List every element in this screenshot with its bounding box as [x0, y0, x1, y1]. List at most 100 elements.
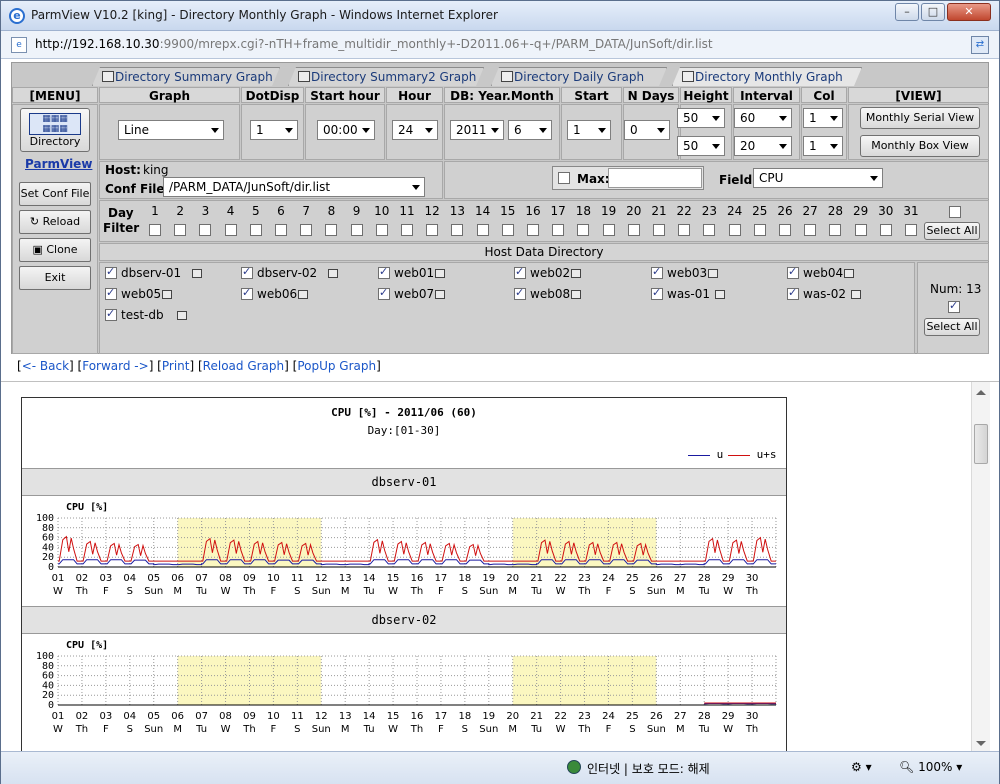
interval-select-2[interactable]: 20: [734, 136, 792, 156]
close-button[interactable]: ✕: [947, 3, 991, 21]
scroll-down-icon[interactable]: [976, 741, 986, 746]
compat-view-icon[interactable]: ⇄: [971, 36, 989, 54]
day-filter-checkbox-10[interactable]: [375, 224, 388, 236]
host-checkbox[interactable]: [105, 286, 117, 300]
host-checkbox[interactable]: [787, 286, 799, 300]
day-filter-checkbox-6[interactable]: [275, 224, 287, 236]
day-filter-checkbox-27[interactable]: [804, 224, 817, 236]
monthly-serial-view-button[interactable]: Monthly Serial View: [860, 107, 980, 129]
day-filter-checkbox-5[interactable]: [249, 224, 262, 236]
window-icon[interactable]: [435, 269, 445, 278]
window-icon[interactable]: [851, 290, 862, 299]
col-select-2[interactable]: 1: [803, 136, 843, 156]
reload-button[interactable]: ↻ Reload: [19, 210, 91, 234]
vertical-scrollbar[interactable]: [971, 382, 990, 751]
day-filter-checkbox-8[interactable]: [325, 224, 338, 236]
day-filter-checkbox-11[interactable]: [401, 224, 413, 236]
day-filter-checkbox-16[interactable]: [527, 224, 539, 236]
host-checkbox[interactable]: [514, 286, 526, 300]
address-bar[interactable]: e http://192.168.10.30:9900/mrepx.cgi?-n…: [1, 31, 999, 59]
tab-directory-summary[interactable]: Directory Summary Graph: [92, 67, 280, 86]
day-filter-checkbox-21[interactable]: [653, 224, 665, 236]
graph-select[interactable]: Line: [118, 120, 224, 140]
host-checkbox[interactable]: [378, 286, 390, 300]
max-checkbox[interactable]: [558, 172, 570, 184]
host-checkbox[interactable]: [378, 265, 390, 279]
directory-button[interactable]: ▦▦▦ ▦▦▦ Directory: [20, 108, 90, 152]
day-filter-checkbox-2[interactable]: [174, 224, 187, 236]
day-filter-checkbox-20[interactable]: [627, 224, 640, 236]
window-icon[interactable]: [327, 269, 338, 278]
reload-graph-link[interactable]: Reload Graph: [203, 359, 284, 373]
max-input[interactable]: [608, 168, 702, 188]
day-filter-checkbox-28[interactable]: [829, 224, 842, 236]
host-checkbox[interactable]: [514, 265, 526, 279]
day-filter-checkbox-30[interactable]: [879, 224, 892, 236]
day-filter-checkbox-14[interactable]: [476, 224, 489, 236]
day-filter-checkbox-7[interactable]: [300, 224, 313, 236]
host-checkbox[interactable]: [105, 307, 117, 321]
parmview-link[interactable]: ParmView: [25, 157, 92, 171]
window-icon[interactable]: [844, 269, 854, 278]
select-all-days-button[interactable]: Select All: [924, 222, 980, 240]
field-select[interactable]: CPU: [753, 168, 883, 188]
zoom-level[interactable]: 🔍︎ 100% ▾: [899, 760, 962, 774]
window-icon[interactable]: [571, 269, 581, 278]
window-icon[interactable]: [435, 290, 445, 299]
day-filter-checkbox-23[interactable]: [703, 224, 716, 236]
hour-select[interactable]: 24: [392, 120, 438, 140]
host-checkbox[interactable]: [651, 265, 663, 279]
host-checkbox[interactable]: [241, 286, 253, 300]
tab-directory-daily[interactable]: Directory Daily Graph: [491, 67, 667, 86]
day-filter-checkbox-15[interactable]: [501, 224, 514, 236]
host-checkbox[interactable]: [241, 265, 253, 279]
monthly-box-view-button[interactable]: Monthly Box View: [860, 135, 980, 157]
scroll-up-icon[interactable]: [976, 390, 986, 395]
url-text[interactable]: http://192.168.10.30:9900/mrepx.cgi?-nTH…: [35, 37, 713, 51]
window-icon[interactable]: [708, 269, 718, 278]
window-icon[interactable]: [162, 290, 172, 299]
back-link[interactable]: <- Back: [22, 359, 69, 373]
day-filter-checkbox-4[interactable]: [224, 224, 237, 236]
select-all-hosts-button[interactable]: Select All: [924, 318, 980, 336]
day-filter-checkbox-25[interactable]: [753, 224, 766, 236]
height-select-2[interactable]: 50: [677, 136, 725, 156]
starthour-select[interactable]: 00:00: [317, 120, 375, 140]
tab-directory-monthly[interactable]: Directory Monthly Graph: [672, 67, 862, 86]
host-checkbox[interactable]: [651, 286, 663, 300]
day-filter-checkbox-3[interactable]: [199, 224, 212, 236]
day-filter-checkbox-18[interactable]: [577, 224, 590, 236]
day-filter-checkbox-22[interactable]: [678, 224, 691, 236]
day-filter-checkbox-26[interactable]: [779, 224, 791, 236]
select-all-days-checkbox[interactable]: [949, 206, 961, 218]
col-select-1[interactable]: 1: [803, 108, 843, 128]
day-filter-checkbox-13[interactable]: [451, 224, 464, 236]
popup-graph-link[interactable]: PopUp Graph: [297, 359, 376, 373]
window-icon[interactable]: [176, 311, 187, 320]
day-filter-checkbox-1[interactable]: [149, 224, 161, 236]
clone-button[interactable]: ▣ Clone: [19, 238, 91, 262]
window-icon[interactable]: [571, 290, 581, 299]
minimize-button[interactable]: –: [895, 3, 919, 21]
day-filter-checkbox-19[interactable]: [602, 224, 615, 236]
window-icon[interactable]: [715, 290, 726, 299]
day-filter-checkbox-12[interactable]: [426, 224, 439, 236]
window-icon[interactable]: [191, 269, 202, 278]
host-checkbox[interactable]: [105, 265, 117, 279]
startday-select[interactable]: 1: [567, 120, 611, 140]
year-select[interactable]: 2011: [450, 120, 504, 140]
protected-mode-icon[interactable]: ⚙ ▾: [851, 760, 872, 774]
dotdisp-select[interactable]: 1: [250, 120, 298, 140]
conf-file-select[interactable]: /PARM_DATA/JunSoft/dir.list: [163, 177, 425, 197]
forward-link[interactable]: Forward ->: [82, 359, 148, 373]
print-link[interactable]: Print: [162, 359, 190, 373]
day-filter-checkbox-17[interactable]: [552, 224, 565, 236]
interval-select-1[interactable]: 60: [734, 108, 792, 128]
select-all-hosts-checkbox[interactable]: [948, 299, 960, 313]
exit-button[interactable]: Exit: [19, 266, 91, 290]
day-filter-checkbox-29[interactable]: [854, 224, 867, 236]
maximize-button[interactable]: □: [921, 3, 945, 21]
day-filter-checkbox-24[interactable]: [728, 224, 741, 236]
host-checkbox[interactable]: [787, 265, 799, 279]
day-filter-checkbox-31[interactable]: [905, 224, 917, 236]
